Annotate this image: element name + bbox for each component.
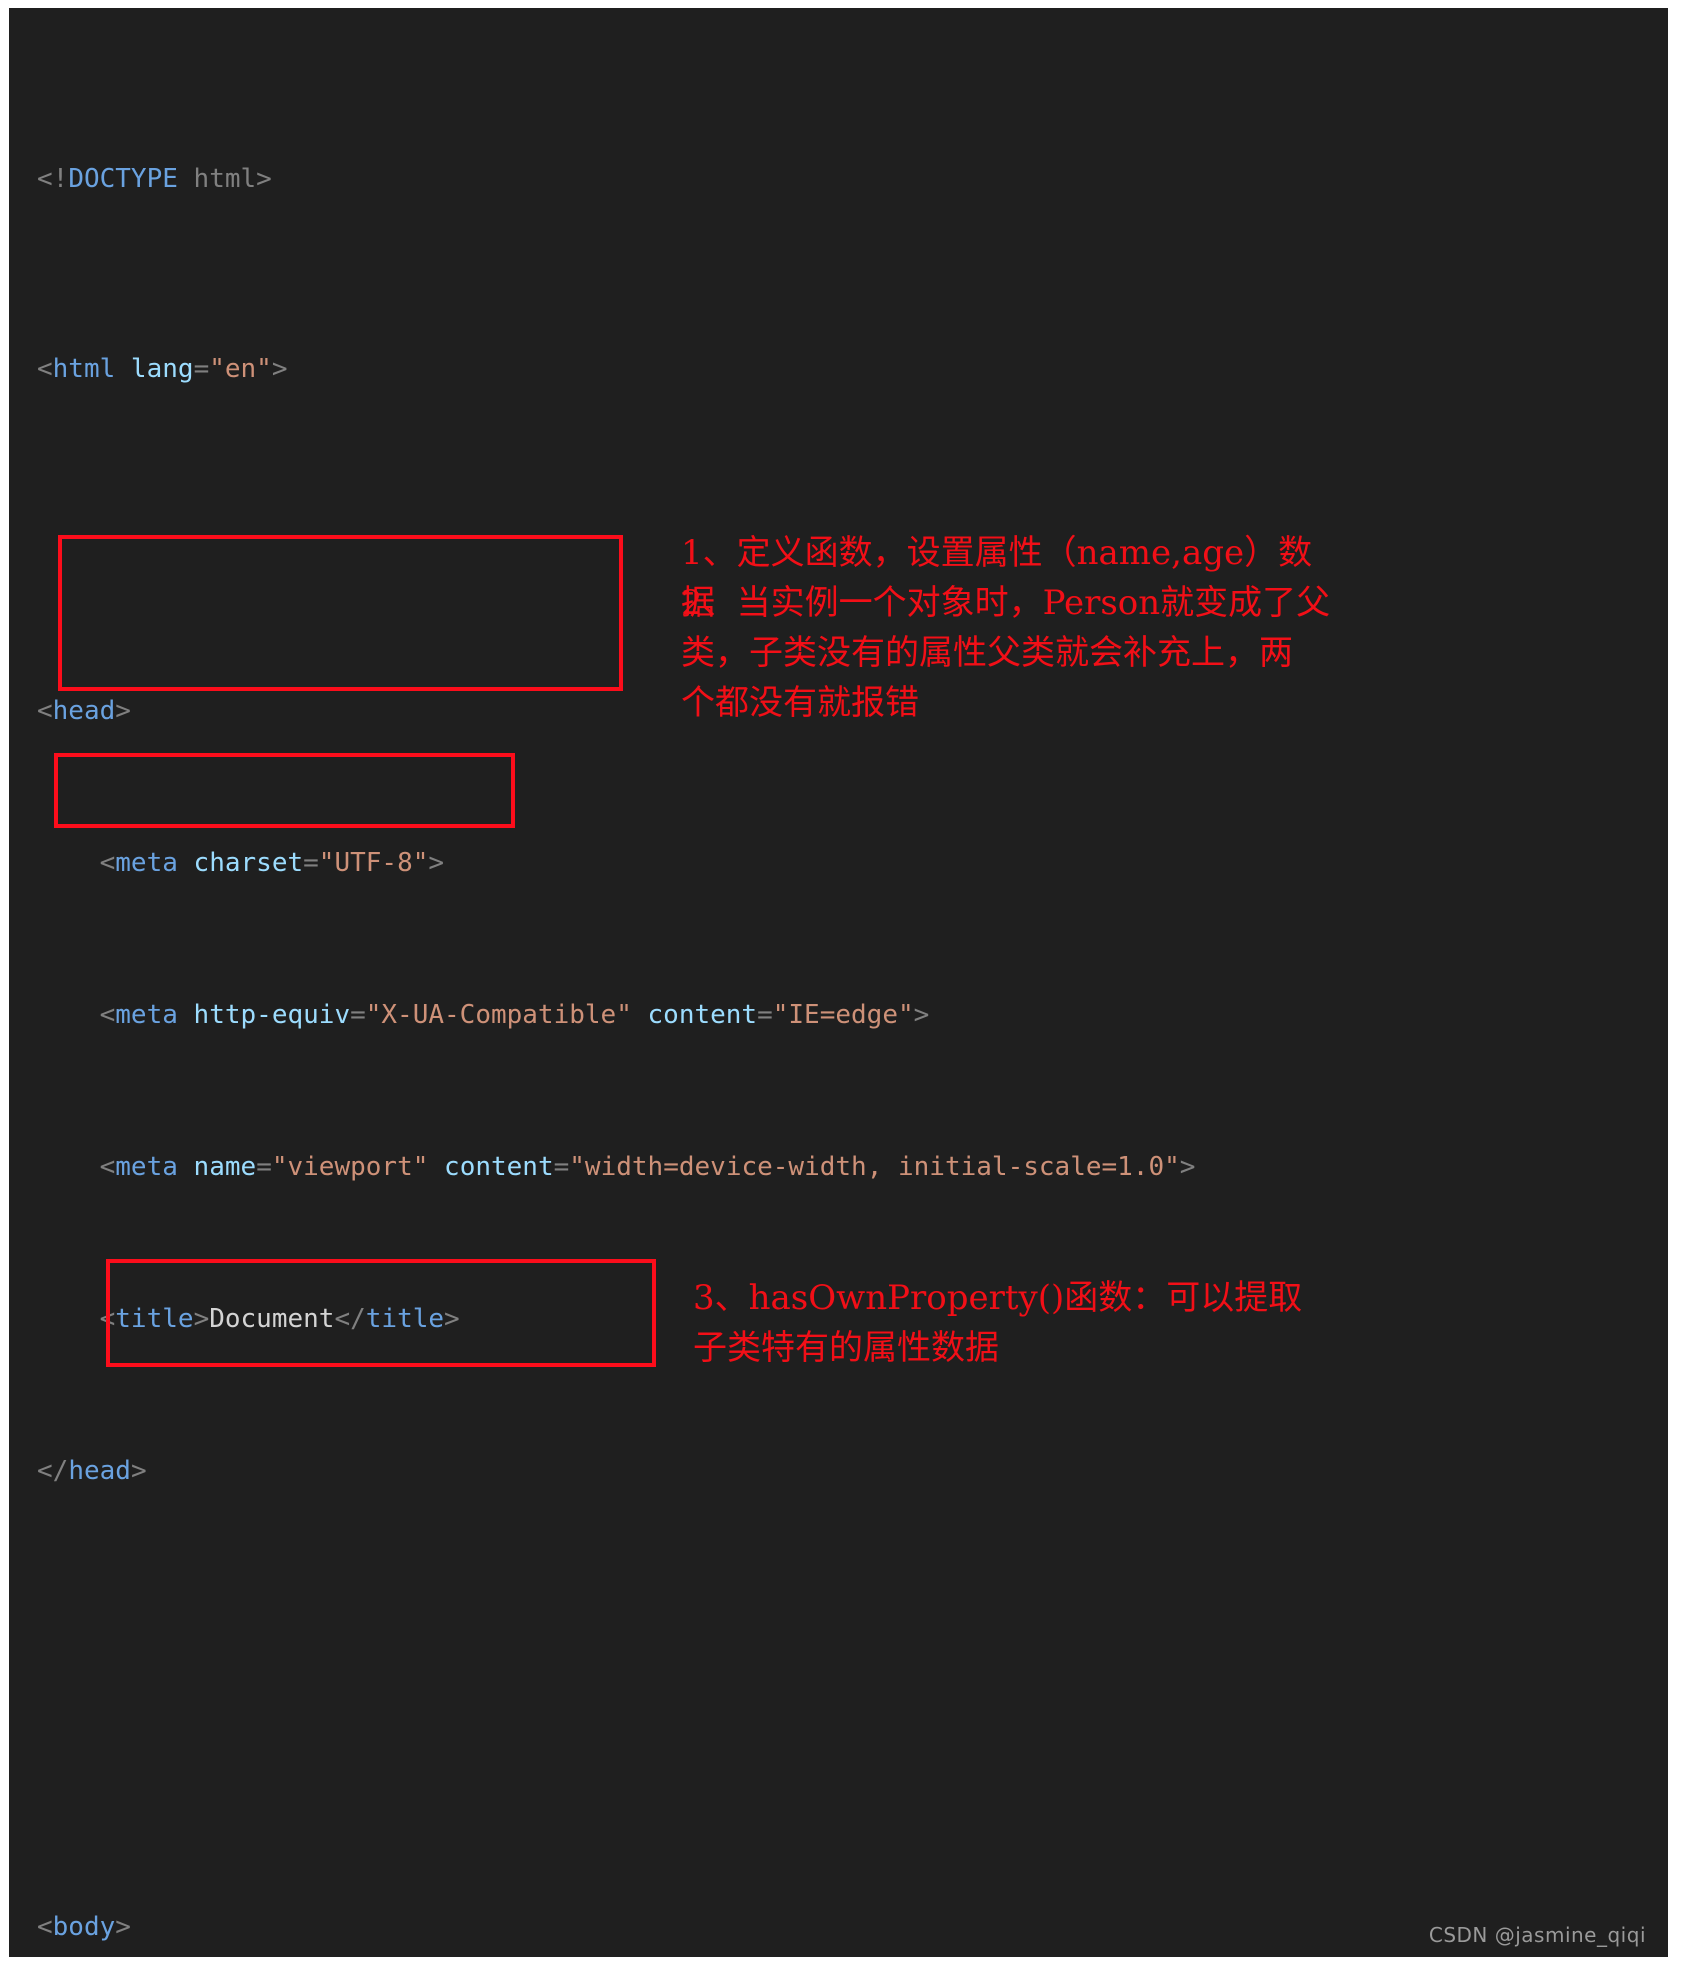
token-punct: > [256, 164, 272, 194]
token-punct: <! [37, 164, 69, 194]
token-punct: < [37, 848, 116, 878]
token-string: "IE=edge" [772, 1000, 914, 1030]
token-punct: </ [37, 1456, 69, 1486]
token-punct: = [193, 354, 210, 384]
code-editor-panel: <!DOCTYPE html> <html lang="en"> <head> … [9, 8, 1668, 1957]
token-tag: body [52, 1912, 116, 1942]
token-punct: </ [334, 1304, 366, 1334]
token-text: Document [209, 1304, 335, 1334]
csdn-watermark: CSDN @jasmine_qiqi [1428, 1923, 1646, 1947]
code-line: <html lang="en"> [9, 350, 1668, 388]
token-tag: head [52, 696, 116, 726]
token-punct: > [428, 848, 445, 878]
token-punct: = [303, 848, 319, 878]
token-string: "width=device-width, initial-scale=1.0" [569, 1152, 1180, 1182]
token-string: "UTF-8" [318, 848, 429, 878]
screenshot-root: <!DOCTYPE html> <html lang="en"> <head> … [0, 0, 1685, 1965]
token-punct: < [37, 696, 53, 726]
code-content: <!DOCTYPE html> <html lang="en"> <head> … [9, 8, 1668, 1957]
token-tag: html [52, 354, 116, 384]
token-string: "en" [209, 354, 272, 384]
token-punct: < [37, 1000, 116, 1030]
token-tag: title [115, 1304, 194, 1334]
token-attr: name [177, 1152, 257, 1182]
token-punct: > [913, 1000, 930, 1030]
token-attr: charset [177, 848, 304, 878]
token-attr: content [631, 1000, 758, 1030]
token-punct: > [115, 696, 131, 726]
token-tag: DOCTYPE [68, 164, 178, 194]
token-punct: < [37, 1912, 53, 1942]
token-punct: = [350, 1000, 366, 1030]
token-attr: content [428, 1152, 554, 1182]
token-attr: lang [115, 354, 194, 384]
token-punct: > [115, 1912, 131, 1942]
token-punct: < [37, 354, 53, 384]
token-punct: > [1179, 1152, 1196, 1182]
code-line: <body> [9, 1908, 1668, 1946]
token-punct: < [37, 1152, 116, 1182]
annotation-note-2: 2、当实例一个对象时，Person就变成了父 类，子类没有的属性父类就会补充上，… [681, 583, 1331, 723]
code-line: <meta charset="UTF-8"> [9, 844, 1668, 882]
token-punct: = [256, 1152, 272, 1182]
token-punct: > [130, 1456, 147, 1486]
token-string: "X-UA-Compatible" [365, 1000, 632, 1030]
token-tag: meta [115, 1152, 178, 1182]
code-line: <meta name="viewport" content="width=dev… [9, 1148, 1668, 1186]
token-tag: meta [115, 848, 178, 878]
token-text: html [177, 164, 257, 194]
token-string: "viewport" [271, 1152, 429, 1182]
code-line: <!DOCTYPE html> [9, 160, 1668, 198]
token-punct: > [193, 1304, 210, 1334]
annotation-note-3: 3、hasOwnProperty()函数：可以提取 子类特有的属性数据 [693, 1278, 1303, 1368]
code-line: </head> [9, 1452, 1668, 1490]
token-tag: title [365, 1304, 445, 1334]
token-punct: = [553, 1152, 570, 1182]
token-punct: = [757, 1000, 773, 1030]
token-tag: head [68, 1456, 131, 1486]
token-tag: meta [115, 1000, 178, 1030]
code-line: <meta http-equiv="X-UA-Compatible" conte… [9, 996, 1668, 1034]
token-punct: < [37, 1304, 116, 1334]
token-punct: > [271, 354, 288, 384]
token-punct: > [444, 1304, 460, 1334]
token-attr: http-equiv [177, 1000, 351, 1030]
